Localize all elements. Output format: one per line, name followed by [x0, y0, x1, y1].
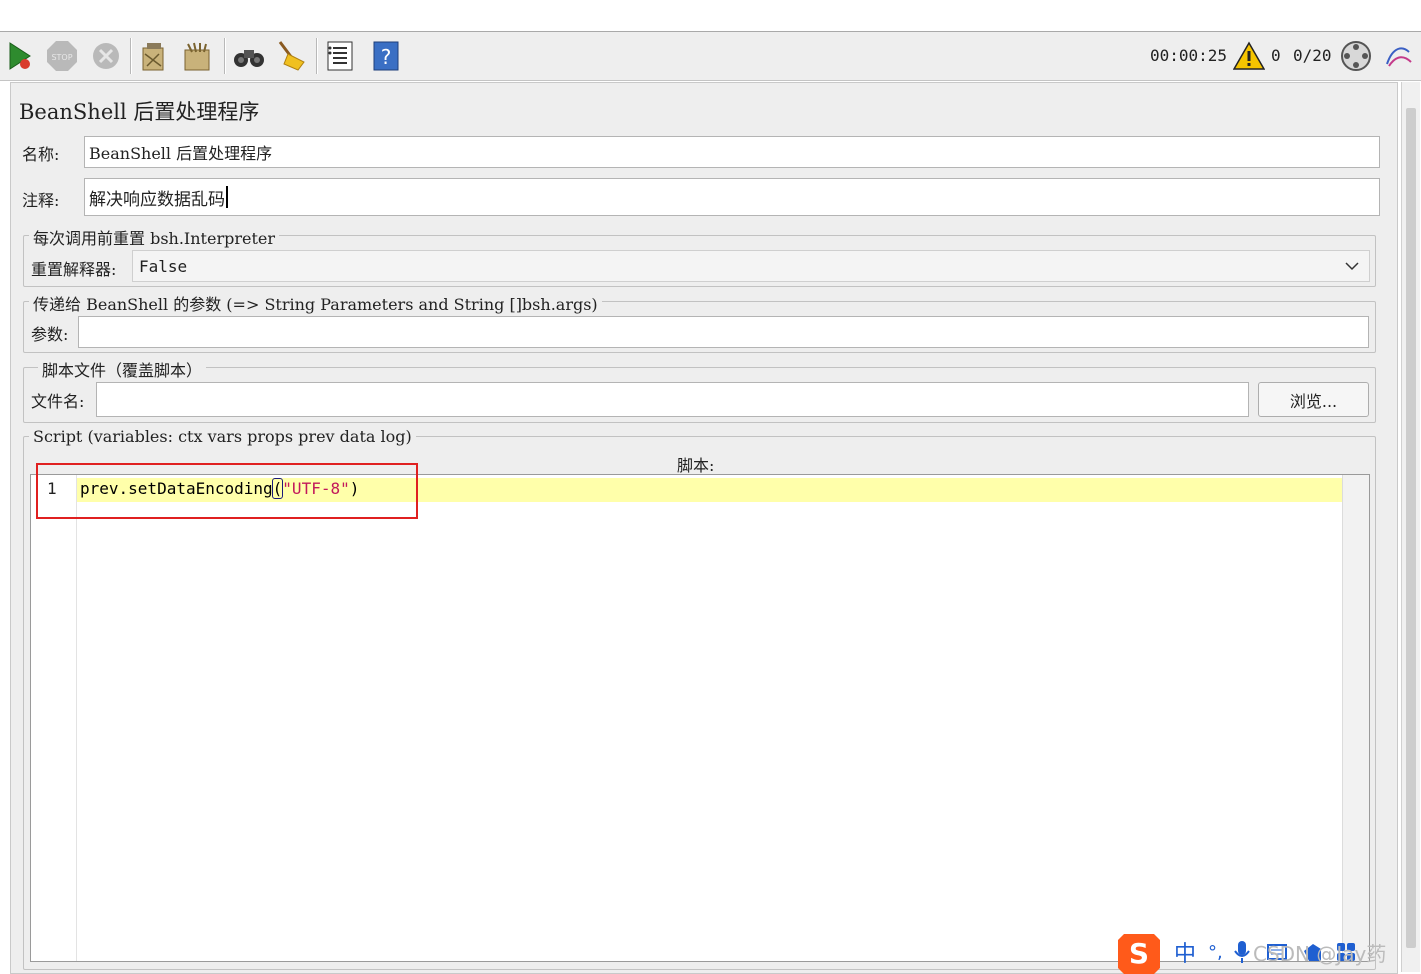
script-legend: Script (variables: ctx vars props prev d…	[29, 427, 416, 446]
script-file-legend: 脚本文件（覆盖脚本）	[38, 357, 207, 381]
name-field[interactable]: BeanShell 后置处理程序	[84, 136, 1380, 168]
browse-button[interactable]: 浏览...	[1258, 382, 1369, 417]
stop-icon[interactable]: STOP	[46, 40, 78, 72]
line-number-gutter: 1	[31, 475, 77, 961]
filename-label: 文件名:	[31, 392, 85, 411]
clear-icon[interactable]	[138, 40, 170, 72]
highlight-box	[36, 463, 418, 519]
name-label: 名称:	[22, 145, 60, 164]
toolbar-separator	[224, 38, 226, 74]
comment-label: 注释:	[22, 191, 60, 210]
vertical-scrollbar[interactable]	[1401, 82, 1420, 972]
parameters-label: 参数:	[31, 325, 69, 344]
clear-all-icon[interactable]	[182, 40, 214, 72]
chevron-down-icon	[1345, 262, 1359, 271]
filename-field[interactable]	[96, 382, 1249, 417]
help-icon[interactable]: ?	[370, 40, 402, 72]
scrollbar-thumb[interactable]	[1406, 108, 1416, 948]
thread-count: 0/20	[1293, 46, 1332, 65]
reset-search-icon[interactable]	[274, 40, 306, 72]
logo-icon	[1382, 40, 1414, 72]
reset-interpreter-legend: 每次调用前重置 bsh.Interpreter	[29, 225, 280, 249]
toolbar: STOP ? 00:00:25 0 0/20	[0, 32, 1421, 81]
ime-punct[interactable]: °,	[1208, 942, 1223, 963]
parameters-legend: 传递给 BeanShell 的参数 (=> String Parameters …	[29, 291, 602, 315]
reset-interpreter-select[interactable]: False	[132, 250, 1370, 282]
warning-count: 0	[1271, 46, 1281, 65]
start-icon[interactable]	[4, 40, 36, 72]
remote-icon[interactable]	[1340, 40, 1372, 72]
ime-lang[interactable]: 中	[1174, 936, 1196, 968]
ime-toolbar: S 中 °, CSDN @Jay药	[1116, 930, 1421, 974]
shutdown-icon[interactable]	[90, 40, 122, 72]
toolbar-separator	[316, 38, 318, 74]
window-top-strip	[0, 0, 1421, 32]
parameters-field[interactable]	[78, 316, 1369, 348]
function-helper-icon[interactable]	[324, 40, 356, 72]
comment-field-value: 解决响应数据乱码	[89, 189, 225, 210]
script-header: 脚本:	[677, 456, 715, 475]
search-icon[interactable]	[232, 40, 264, 72]
script-editor[interactable]: 1 prev.setDataEncoding("UTF-8")	[30, 474, 1370, 962]
svg-text:?: ?	[381, 45, 392, 69]
text-caret	[226, 186, 228, 208]
watermark: CSDN @Jay药	[1253, 942, 1387, 966]
elapsed-timer: 00:00:25	[1150, 46, 1228, 65]
sogou-icon[interactable]: S	[1116, 930, 1166, 974]
toolbar-separator	[130, 38, 132, 74]
name-field-value: BeanShell 后置处理程序	[89, 144, 273, 163]
reset-interpreter-label: 重置解释器:	[31, 260, 117, 279]
editor-scrollbar[interactable]	[1342, 475, 1369, 961]
warning-icon[interactable]	[1233, 40, 1265, 72]
page-title: BeanShell 后置处理程序	[19, 100, 260, 124]
svg-text:STOP: STOP	[51, 53, 72, 62]
microphone-icon[interactable]	[1233, 939, 1251, 965]
svg-text:S: S	[1129, 937, 1149, 970]
reset-interpreter-value: False	[139, 256, 188, 276]
comment-field[interactable]: 解决响应数据乱码	[84, 178, 1380, 216]
